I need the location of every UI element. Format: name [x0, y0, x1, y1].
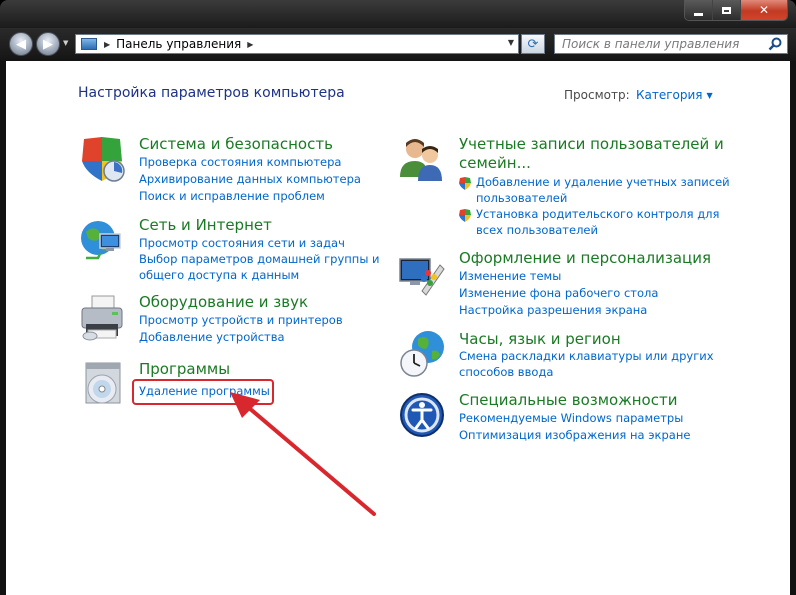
title-bar[interactable]: ✕ [0, 0, 796, 28]
category-title[interactable]: Сеть и Интернет [139, 216, 380, 235]
minimize-button[interactable] [685, 0, 713, 20]
breadcrumb-chevron-icon[interactable]: ▶ [247, 40, 253, 49]
link-text: пользователей [476, 190, 568, 205]
view-mode-value: Категория [636, 88, 703, 102]
link-add-remove-accounts-cont[interactable]: пользователей [459, 191, 730, 207]
breadcrumb-separator-icon[interactable]: ▶ [104, 40, 110, 49]
uac-shield-icon [459, 177, 471, 190]
category-accessibility: Специальные возможности Рекомендуемые Wi… [459, 391, 690, 444]
link-troubleshoot[interactable]: Поиск и исправление проблем [139, 188, 361, 205]
category-title[interactable]: Часы, язык и регион [459, 330, 714, 349]
category-title[interactable]: Оформление и персонализация [459, 249, 711, 268]
maximize-icon [722, 6, 731, 14]
page-title: Настройка параметров компьютера [78, 85, 345, 101]
link-devices-printers[interactable]: Просмотр устройств и принтеров [139, 312, 343, 329]
search-placeholder: Поиск в панели управления [562, 37, 740, 51]
category-network-internet: Сеть и Интернет Просмотр состояния сети … [139, 216, 380, 283]
link-recommended-settings[interactable]: Рекомендуемые Windows параметры [459, 410, 690, 427]
forward-button[interactable]: ▶ [36, 32, 60, 56]
category-title-line1[interactable]: Учетные записи пользователей и [459, 135, 730, 154]
annotation-arrow-icon [230, 392, 376, 516]
main-content: Настройка параметров компьютера Просмотр… [6, 61, 790, 595]
chevron-down-icon: ▼ [706, 91, 713, 100]
printer-icon[interactable] [78, 294, 126, 342]
search-input[interactable]: Поиск в панели управления [554, 34, 788, 54]
close-button[interactable]: ✕ [741, 0, 787, 20]
link-check-status[interactable]: Проверка состояния компьютера [139, 154, 361, 171]
programs-disc-icon[interactable] [82, 361, 126, 407]
link-screen-resolution[interactable]: Настройка разрешения экрана [459, 302, 711, 319]
accessibility-icon[interactable] [399, 392, 445, 438]
link-text: Установка родительского контроля для [476, 207, 720, 221]
link-change-theme[interactable]: Изменение темы [459, 268, 711, 285]
window-controls: ✕ [684, 0, 788, 21]
category-title[interactable]: Специальные возможности [459, 391, 690, 410]
category-system-security: Система и безопасность Проверка состояни… [139, 135, 361, 205]
shield-icon[interactable] [78, 135, 126, 183]
link-text: всех пользователей [476, 222, 598, 237]
category-appearance: Оформление и персонализация Изменение те… [459, 249, 711, 319]
category-title[interactable]: Оборудование и звук [139, 293, 343, 312]
link-text: Добавление и удаление учетных записей [476, 175, 730, 189]
uac-shield-icon [459, 209, 471, 222]
link-homegroup-cont[interactable]: общего доступа к данным [139, 268, 380, 284]
link-optimize-display[interactable]: Оптимизация изображения на экране [459, 427, 690, 444]
link-parental-controls-cont[interactable]: всех пользователей [459, 223, 730, 239]
address-dropdown-icon[interactable]: ▼ [508, 38, 514, 47]
search-icon[interactable] [768, 37, 782, 51]
personalization-monitor-icon[interactable] [398, 251, 446, 299]
link-parental-controls[interactable]: Установка родительского контроля для [459, 207, 730, 223]
link-add-remove-accounts[interactable]: Добавление и удаление учетных записей [459, 175, 730, 191]
network-globe-icon[interactable] [78, 218, 126, 266]
navigation-bar: ◀ ▶ ▼ ▶ Панель управления ▶ ▼ ⟳ Поиск в … [0, 28, 796, 61]
link-backup[interactable]: Архивирование данных компьютера [139, 171, 361, 188]
maximize-button[interactable] [713, 0, 741, 20]
link-add-device[interactable]: Добавление устройства [139, 329, 343, 346]
minimize-icon [694, 12, 703, 16]
arrow-left-icon: ◀ [16, 36, 26, 52]
link-change-background[interactable]: Изменение фона рабочего стола [459, 285, 711, 302]
view-mode-dropdown[interactable]: Категория ▼ [636, 88, 713, 102]
control-panel-window: ✕ ◀ ▶ ▼ ▶ Панель управления ▶ ▼ ⟳ Поиск … [0, 0, 796, 595]
link-network-status[interactable]: Просмотр состояния сети и задач [139, 235, 380, 252]
category-clock-region: Часы, язык и регион Смена раскладки клав… [459, 330, 714, 380]
link-keyboard-layout[interactable]: Смена раскладки клавиатуры или других [459, 349, 714, 365]
category-title[interactable]: Программы [139, 360, 270, 379]
link-homegroup[interactable]: Выбор параметров домашней группы и [139, 252, 380, 268]
category-user-accounts: Учетные записи пользователей и семейн...… [459, 135, 730, 238]
view-label: Просмотр: [564, 88, 630, 102]
recent-pages-dropdown[interactable]: ▼ [63, 39, 68, 47]
link-keyboard-layout-cont[interactable]: способов ввода [459, 365, 714, 381]
category-title[interactable]: Система и безопасность [139, 135, 361, 154]
close-icon: ✕ [758, 3, 770, 17]
clock-globe-icon[interactable] [398, 329, 446, 379]
refresh-button[interactable]: ⟳ [521, 34, 545, 54]
arrow-right-icon: ▶ [43, 36, 53, 52]
refresh-icon: ⟳ [527, 36, 539, 52]
control-panel-icon [81, 38, 97, 50]
users-icon[interactable] [398, 135, 446, 183]
category-title-line2[interactable]: семейн... [459, 154, 730, 173]
breadcrumb-control-panel[interactable]: Панель управления [116, 37, 241, 51]
address-bar[interactable]: ▶ Панель управления ▶ ▼ [75, 34, 519, 54]
back-button[interactable]: ◀ [9, 32, 33, 56]
category-hardware-sound: Оборудование и звук Просмотр устройств и… [139, 293, 343, 346]
